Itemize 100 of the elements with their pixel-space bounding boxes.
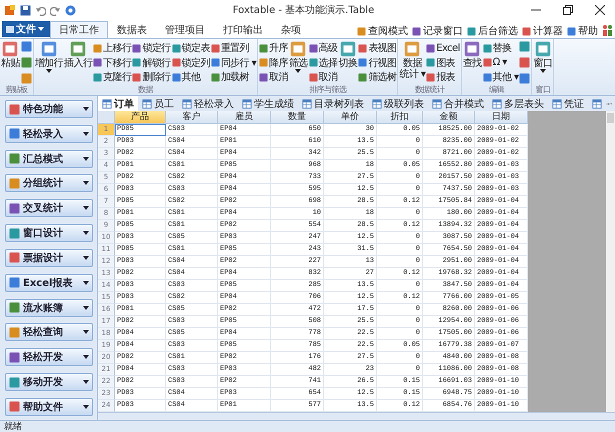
sidebar-button[interactable]: 帮助文件 xyxy=(5,398,93,416)
sidebar-button[interactable]: 交叉统计 xyxy=(5,199,93,218)
people-icon[interactable] xyxy=(602,24,613,36)
ribbon-tab[interactable]: 打印输出 xyxy=(214,21,272,38)
tool-icon[interactable] xyxy=(519,41,530,52)
quick-link[interactable]: 记录窗口 xyxy=(410,24,465,38)
sidebar-button[interactable]: 分组统计 xyxy=(5,174,93,192)
sheet-tab[interactable]: 员工 xyxy=(138,96,178,111)
ribbon-button[interactable]: 高级 xyxy=(308,41,338,55)
ribbon-button[interactable]: 删除行 xyxy=(132,70,171,84)
close-icon[interactable] xyxy=(595,5,605,15)
sheet-tab[interactable]: 多层表头 xyxy=(488,96,548,111)
app-logo-icon[interactable] xyxy=(4,4,16,16)
column-header[interactable]: 数量 xyxy=(271,111,324,124)
sidebar-button[interactable]: 特色功能 xyxy=(5,100,93,118)
ribbon-button[interactable]: 下移行 xyxy=(93,56,132,70)
ribbon-button[interactable]: 上移行 xyxy=(93,41,132,55)
ribbon-button[interactable]: 解锁行 xyxy=(132,56,171,70)
sheet-tab[interactable]: 凭证 xyxy=(548,96,588,111)
column-header[interactable]: 折扣 xyxy=(377,111,423,124)
ribbon-button[interactable]: 同步行 ▾ xyxy=(210,56,256,70)
tool-icon[interactable] xyxy=(519,73,530,84)
ribbon-button[interactable]: 取消 xyxy=(308,70,338,84)
ribbon-button[interactable]: 其他 ▾ xyxy=(482,70,518,84)
tool-icon[interactable] xyxy=(20,73,32,84)
ribbon-tab[interactable]: 日常工作 xyxy=(50,21,108,38)
sidebar-button[interactable]: 流水账簿 xyxy=(5,298,93,317)
sidebar-button[interactable]: 汇总模式 xyxy=(5,150,93,168)
ribbon-button[interactable]: 插入行 xyxy=(64,40,92,85)
ribbon-button[interactable]: 取消 xyxy=(259,70,288,84)
caret-icon xyxy=(83,355,89,360)
ribbon-button[interactable]: 升序 xyxy=(259,41,288,55)
horizontal-scrollbar[interactable] xyxy=(98,412,615,420)
sheet-tab[interactable]: 目录树列表 xyxy=(298,96,368,111)
tool-icon[interactable] xyxy=(20,57,32,68)
ribbon-button[interactable]: 查找 xyxy=(462,40,482,85)
ribbon-button[interactable]: 重置列 xyxy=(210,41,256,55)
group-label: 数据统计 xyxy=(414,85,446,95)
ribbon-button[interactable]: 锁定行 xyxy=(132,41,171,55)
sheet-tab[interactable]: 合并模式 xyxy=(428,96,488,111)
sheet-tab[interactable]: 级联列表 xyxy=(368,96,428,111)
ribbon-button[interactable]: 粘贴 xyxy=(1,40,20,85)
sheet-tab[interactable]: 轻松录入 xyxy=(178,96,238,111)
sidebar-button[interactable]: 轻松开发 xyxy=(5,348,93,366)
ribbon-button[interactable]: 克隆行 xyxy=(93,70,132,84)
group-label: 窗口 xyxy=(534,85,552,95)
ribbon-button[interactable]: 其他 xyxy=(172,70,210,84)
ribbon-button[interactable]: 报表 xyxy=(426,70,460,84)
quick-link[interactable]: 查阅模式 xyxy=(355,24,410,38)
restore-icon[interactable] xyxy=(563,5,573,15)
sidebar-button[interactable]: 票据设计 xyxy=(5,248,93,267)
column-header[interactable]: 产品 xyxy=(115,111,166,124)
tool-icon[interactable] xyxy=(519,57,530,68)
ribbon-button[interactable]: Excel xyxy=(426,41,460,55)
redo-icon[interactable] xyxy=(50,4,61,16)
sidebar-button[interactable]: 轻松录入 xyxy=(5,124,93,143)
ribbon-button[interactable]: 选择 xyxy=(308,56,338,70)
quick-link[interactable]: 后台筛选 xyxy=(465,24,520,38)
corner-cell[interactable] xyxy=(98,111,115,124)
ribbon-button[interactable]: 切换 xyxy=(338,40,358,85)
sheet-tab[interactable]: 订单 xyxy=(98,96,138,111)
help-icon[interactable] xyxy=(65,4,76,16)
ribbon-button[interactable]: 替换 xyxy=(482,41,518,55)
quick-link[interactable]: 帮助 xyxy=(565,24,600,38)
ribbon-button[interactable]: 筛选树 xyxy=(358,70,396,84)
ribbon-button[interactable]: Ω ▾ xyxy=(482,56,518,70)
column-header[interactable]: 日期 xyxy=(475,111,528,124)
ribbon-tab[interactable]: 数据表 xyxy=(108,21,156,38)
ribbon-button[interactable]: 降序 xyxy=(259,56,288,70)
ribbon-button[interactable]: 行视图 xyxy=(358,56,396,70)
ribbon-button[interactable]: 窗口 xyxy=(533,40,552,85)
quick-link[interactable]: 计算器 xyxy=(520,24,565,38)
group-label: 数据 xyxy=(137,85,154,95)
sidebar-button[interactable]: 移动开发 xyxy=(5,373,93,392)
undo-icon[interactable] xyxy=(35,4,46,16)
ribbon-button[interactable]: 锁定表 xyxy=(172,41,210,55)
sheet-tab[interactable]: 学生成绩 xyxy=(238,96,298,111)
column-header[interactable]: 单价 xyxy=(324,111,377,124)
ribbon-button[interactable]: 表视图 xyxy=(358,41,396,55)
ribbon-button[interactable]: 筛选 xyxy=(288,40,308,85)
file-menu-button[interactable]: 文件 xyxy=(2,21,50,37)
sidebar-button[interactable]: 窗口设计 xyxy=(5,224,93,242)
save-icon[interactable] xyxy=(20,4,31,16)
scrollbar[interactable] xyxy=(606,111,615,412)
ribbon-tab[interactable]: 管理项目 xyxy=(156,21,214,38)
caret-icon xyxy=(83,256,89,260)
sidebar-button[interactable]: Excel报表 xyxy=(5,274,93,292)
column-header[interactable]: 客户 xyxy=(166,111,218,124)
tool-icon xyxy=(9,128,20,140)
column-header[interactable]: 金额 xyxy=(423,111,475,124)
caret-icon xyxy=(83,330,89,334)
column-header[interactable]: 雇员 xyxy=(218,111,271,124)
ribbon-tab[interactable]: 杂项 xyxy=(272,21,310,38)
ribbon-button[interactable]: 锁定列 xyxy=(172,56,210,70)
ribbon-button[interactable]: 数据 统计 ▾ xyxy=(399,40,426,85)
ribbon-button[interactable]: 加载树 xyxy=(210,70,256,84)
ribbon-button[interactable]: 图表 xyxy=(426,56,460,70)
sidebar-button[interactable]: 轻松查询 xyxy=(5,323,93,342)
ribbon-button[interactable]: 增加行 xyxy=(34,40,64,85)
tool-icon[interactable] xyxy=(20,41,32,52)
